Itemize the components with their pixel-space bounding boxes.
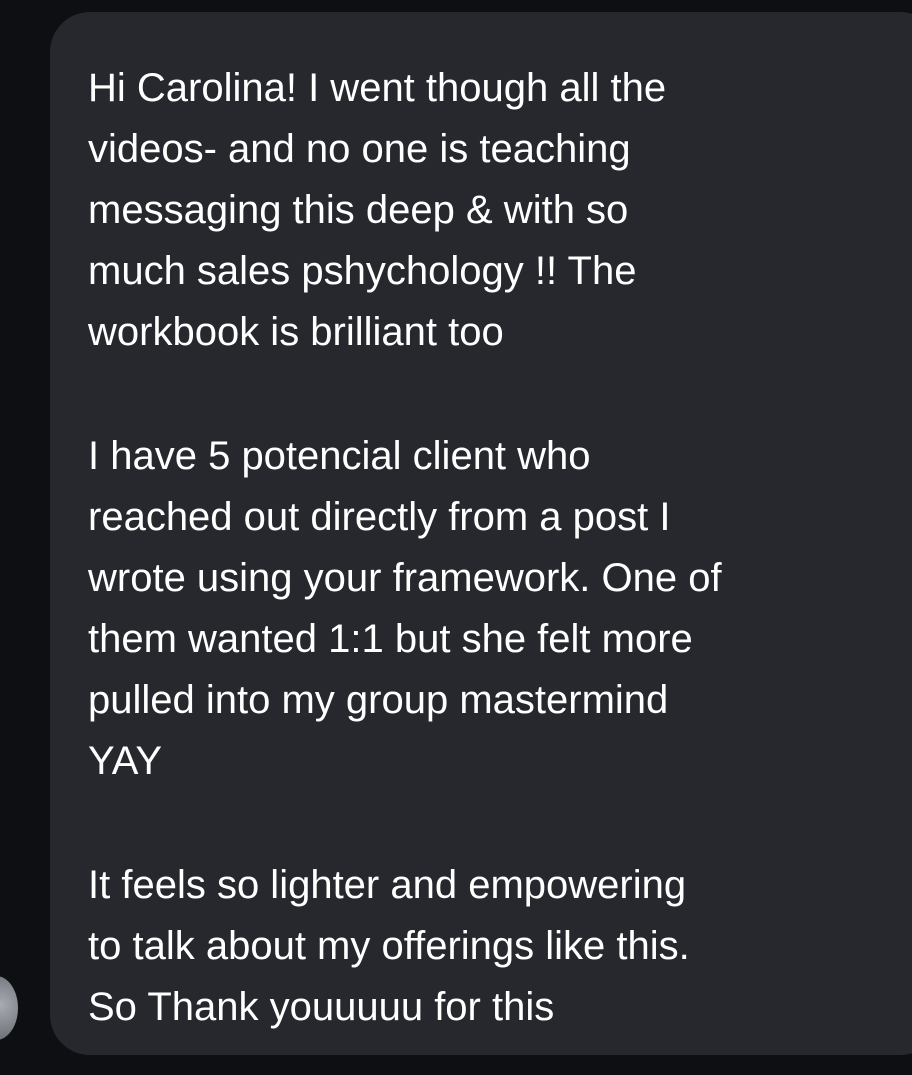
message-paragraph-3: It feels so lighter and empowering to ta… (88, 855, 912, 1038)
message-line: videos- and no one is teaching (88, 127, 631, 171)
message-line: So Thank youuuuu for this (88, 985, 555, 1029)
message-line: It feels so lighter and empowering (88, 863, 687, 907)
sender-avatar[interactable] (0, 976, 18, 1040)
message-line: I have 5 potencial client who (88, 434, 591, 478)
message-line: much sales pshychology !! The (88, 249, 637, 293)
message-line: workbook is brilliant too (88, 310, 504, 354)
message-line: them wanted 1:1 but she felt more (88, 617, 693, 661)
message-line: pulled into my group mastermind (88, 678, 669, 722)
message-line: Hi Carolina! I went though all the (88, 66, 667, 110)
chat-screen: Hi Carolina! I went though all the video… (0, 0, 912, 1075)
message-line: reached out directly from a post I (88, 495, 671, 539)
message-paragraph-1: Hi Carolina! I went though all the video… (88, 58, 912, 363)
message-line: to talk about my offerings like this. (88, 924, 690, 968)
message-line: wrote using your framework. One of (88, 556, 722, 600)
message-paragraph-2: I have 5 potencial client who reached ou… (88, 426, 912, 792)
message-line: messaging this deep & with so (88, 188, 629, 232)
message-bubble[interactable]: Hi Carolina! I went though all the video… (50, 12, 912, 1055)
message-line: YAY (88, 739, 163, 783)
